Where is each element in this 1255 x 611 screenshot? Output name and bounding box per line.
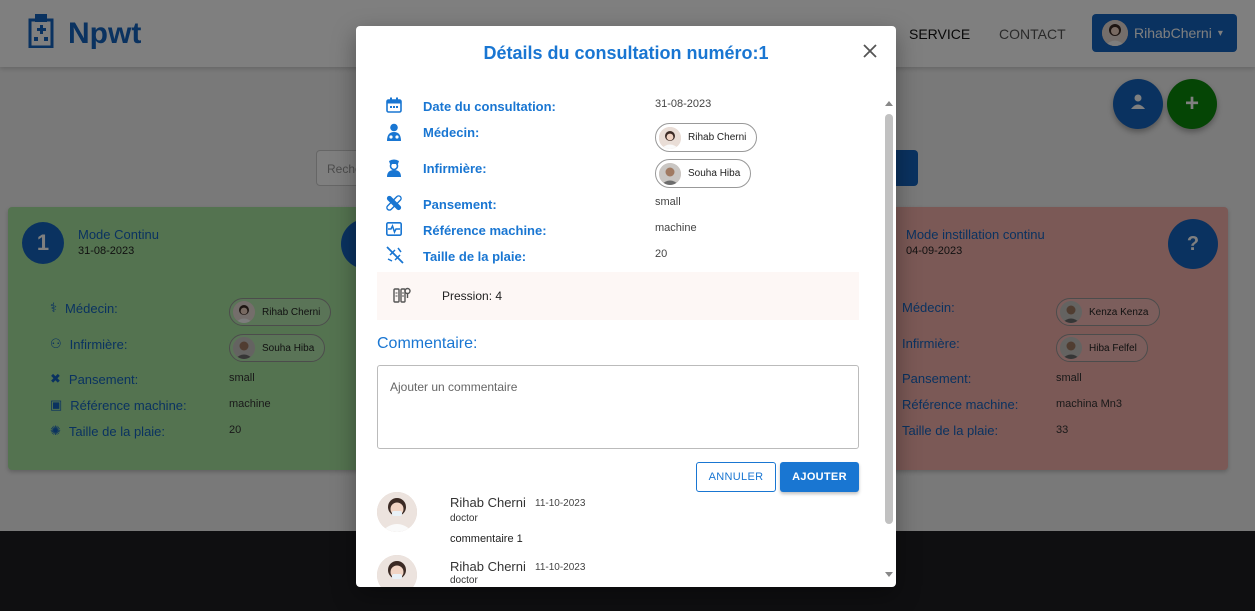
nurse-icon bbox=[386, 159, 404, 177]
comment-role: doctor bbox=[450, 513, 478, 524]
infirmiere-chip[interactable]: Souha Hiba bbox=[655, 159, 752, 188]
comment-date: 11-10-2023 bbox=[535, 562, 586, 573]
avatar bbox=[659, 162, 681, 185]
scroll-thumb[interactable] bbox=[885, 114, 893, 524]
date-value: 31-08-2023 bbox=[655, 98, 712, 110]
comment-date: 11-10-2023 bbox=[535, 498, 586, 509]
infirmiere-label: Infirmière: bbox=[423, 161, 487, 176]
medecin-name: Rihab Cherni bbox=[688, 132, 747, 143]
wound-icon bbox=[386, 246, 404, 264]
reference-label: Référence machine: bbox=[423, 223, 547, 238]
doctor-icon bbox=[386, 123, 404, 141]
pansement-value: small bbox=[655, 196, 681, 208]
medecin-label: Médecin: bbox=[423, 125, 480, 140]
taille-label: Taille de la plaie: bbox=[423, 249, 527, 264]
pression-panel: Pression: 4 bbox=[377, 272, 859, 320]
date-label: Date du consultation: bbox=[423, 99, 556, 114]
comment-role: doctor bbox=[450, 575, 478, 586]
pansement-label: Pansement: bbox=[423, 197, 497, 212]
comment-text: commentaire 1 bbox=[450, 533, 523, 545]
close-icon[interactable] bbox=[861, 42, 879, 60]
pressure-gauge-icon bbox=[393, 286, 411, 309]
comment-section-title: Commentaire: bbox=[377, 335, 478, 352]
scroll-down-arrow[interactable] bbox=[885, 572, 893, 577]
taille-value: 20 bbox=[655, 248, 668, 260]
cancel-button[interactable]: ANNULER bbox=[696, 462, 776, 492]
infirmiere-name: Souha Hiba bbox=[688, 168, 741, 179]
consultation-details-dialog: Détails du consultation numéro:1 Date du… bbox=[356, 26, 896, 587]
medecin-chip[interactable]: Rihab Cherni bbox=[655, 123, 758, 152]
pulse-monitor-icon bbox=[386, 222, 404, 240]
pression-value: Pression: 4 bbox=[442, 289, 503, 303]
scroll-up-arrow[interactable] bbox=[885, 101, 893, 106]
comment-author: Rihab Cherni bbox=[450, 559, 526, 574]
avatar bbox=[377, 492, 417, 532]
comment-author: Rihab Cherni bbox=[450, 495, 526, 510]
dialog-title: Détails du consultation numéro:1 bbox=[483, 43, 769, 63]
add-comment-button[interactable]: AJOUTER bbox=[780, 462, 859, 492]
bandage-icon bbox=[386, 195, 404, 213]
comment-input[interactable] bbox=[377, 365, 859, 449]
avatar bbox=[659, 126, 681, 149]
dialog-scrollbar[interactable] bbox=[883, 94, 895, 587]
reference-value: machine bbox=[655, 222, 697, 234]
dialog-content[interactable]: Date du consultation: 31-08-2023 Médecin… bbox=[356, 94, 896, 587]
calendar-icon bbox=[386, 97, 404, 115]
avatar bbox=[377, 555, 417, 587]
